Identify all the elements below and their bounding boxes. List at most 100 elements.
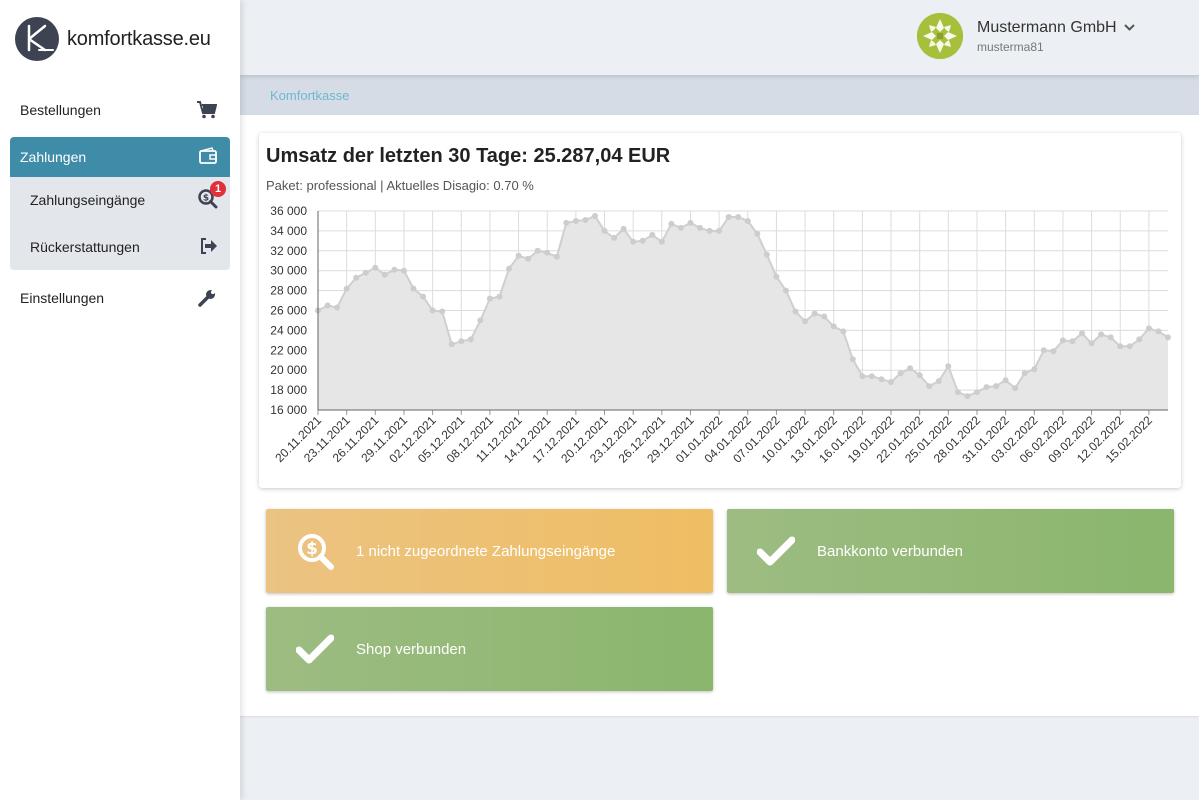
data-point	[974, 389, 980, 396]
data-point	[1050, 348, 1057, 355]
y-tick-label: 22 000	[270, 343, 307, 357]
sidebar-item-bestellungen[interactable]: Bestellungen	[10, 90, 230, 130]
data-point	[1021, 370, 1028, 377]
sidebar-item-label: Einstellungen	[20, 290, 105, 306]
data-point	[534, 247, 541, 254]
data-point	[926, 383, 933, 390]
user-menu[interactable]: Mustermann GmbH musterma81	[917, 13, 1135, 59]
data-point	[429, 307, 436, 314]
data-point	[888, 379, 894, 386]
y-tick-label: 16 000	[270, 403, 307, 417]
data-point	[1079, 330, 1085, 337]
sidebar: komfortkasse.eu Bestellungen Zahlungen Z…	[0, 0, 240, 800]
user-name: Mustermann GmbH	[977, 19, 1135, 37]
sidebar-item-label: Zahlungseingänge	[30, 192, 146, 208]
data-point	[773, 273, 780, 280]
data-point	[601, 227, 608, 234]
data-point	[1069, 338, 1076, 345]
data-point	[907, 365, 914, 372]
data-point	[1107, 334, 1114, 341]
data-point	[783, 287, 789, 294]
revenue-card: Umsatz der letzten 30 Tage: 25.287,04 EU…	[259, 133, 1181, 488]
data-point	[1155, 328, 1162, 335]
data-point	[572, 218, 579, 224]
data-point	[821, 313, 828, 320]
data-point	[754, 230, 761, 237]
cart-icon	[196, 99, 218, 121]
data-point	[916, 372, 923, 379]
svg-text:$: $	[203, 193, 209, 203]
data-point	[343, 285, 350, 292]
breadcrumb: Komfortkasse	[240, 75, 1199, 115]
top-bar: Mustermann GmbH musterma81	[240, 0, 1199, 75]
tile-label: Shop verbunden	[356, 640, 467, 658]
data-point	[639, 237, 646, 244]
breadcrumb-item[interactable]: Komfortkasse	[270, 88, 349, 103]
user-username: musterma81	[977, 39, 1044, 54]
check-icon	[757, 532, 795, 570]
data-point	[372, 264, 379, 271]
chevron-down-icon	[1123, 24, 1135, 31]
data-point	[525, 255, 532, 262]
sidebar-group-zahlungen: Zahlungen Zahlungseingänge $ 1 Rückersta…	[10, 137, 230, 270]
data-point	[506, 265, 512, 272]
data-point	[467, 336, 474, 343]
avatar	[917, 13, 963, 59]
data-point	[611, 234, 618, 241]
data-point	[1059, 337, 1066, 344]
y-tick-label: 20 000	[270, 363, 307, 377]
check-icon	[296, 630, 334, 668]
data-point	[448, 341, 455, 348]
data-point	[553, 253, 560, 260]
data-point	[1126, 343, 1133, 350]
data-point	[735, 214, 742, 220]
data-point	[1040, 347, 1047, 354]
sidebar-item-label: Rückerstattungen	[30, 239, 140, 255]
data-point	[868, 373, 875, 380]
y-tick-label: 24 000	[270, 323, 307, 337]
logo[interactable]: komfortkasse.eu	[15, 17, 211, 61]
data-point	[897, 370, 904, 377]
data-point	[716, 227, 723, 234]
y-tick-label: 36 000	[270, 204, 307, 218]
shop-connected-tile[interactable]: Shop verbunden	[266, 607, 713, 691]
data-point	[582, 217, 589, 223]
data-point	[811, 310, 818, 317]
data-point	[477, 317, 484, 324]
data-point	[725, 214, 732, 220]
tile-label: 1 nicht zugeordnete Zahlungseingänge	[356, 542, 616, 560]
data-point	[592, 213, 598, 219]
logo-mark-icon	[15, 17, 59, 61]
data-point	[362, 269, 369, 276]
unassigned-payments-tile[interactable]: $ 1 nicht zugeordnete Zahlungseingänge	[266, 509, 713, 593]
data-point	[401, 267, 407, 274]
wallet-icon	[198, 146, 218, 168]
data-point	[649, 231, 656, 238]
tile-label: Bankkonto verbunden	[817, 542, 963, 560]
data-point	[353, 274, 360, 281]
data-point	[563, 219, 570, 226]
data-point	[878, 376, 885, 383]
data-point	[1002, 377, 1009, 384]
y-tick-label: 32 000	[270, 244, 307, 258]
data-point	[1012, 385, 1019, 392]
data-point	[792, 308, 799, 315]
data-point	[324, 302, 331, 309]
revenue-chart: 16 000 18 000 20 000 22 000 24 000 26 000 28 0…	[270, 204, 1171, 466]
bank-connected-tile[interactable]: Bankkonto verbunden	[727, 509, 1174, 593]
y-tick-label: 26 000	[270, 304, 307, 318]
data-point	[334, 304, 341, 311]
sidebar-item-zahlungseingaenge[interactable]: Zahlungseingänge $ 1	[10, 180, 230, 220]
data-point	[697, 224, 703, 231]
series-area	[318, 216, 1168, 410]
wrench-icon	[196, 287, 218, 309]
sidebar-item-zahlungen[interactable]: Zahlungen	[10, 137, 230, 177]
payment-search-icon: $ 1	[198, 180, 226, 212]
sidebar-item-rueckerstattungen[interactable]: Rückerstattungen	[10, 227, 230, 267]
data-point	[993, 383, 1000, 390]
data-point	[706, 227, 713, 234]
sidebar-item-einstellungen[interactable]: Einstellungen	[10, 278, 230, 318]
data-point	[1117, 343, 1124, 350]
sign-out-icon	[200, 237, 218, 257]
data-point	[954, 389, 961, 396]
